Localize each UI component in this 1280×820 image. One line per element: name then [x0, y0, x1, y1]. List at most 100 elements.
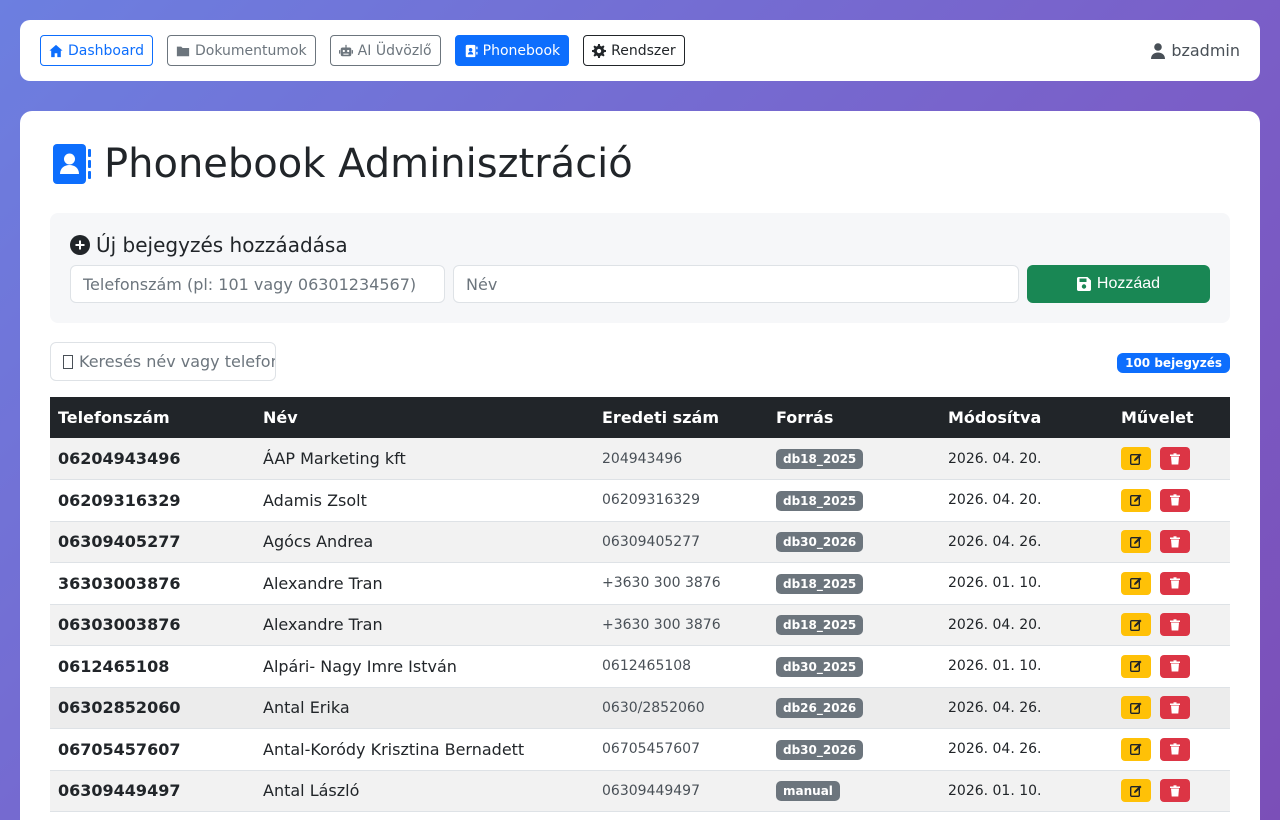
cell-modified: 2026. 04. 20. — [948, 450, 1042, 467]
cell-orig: +3630 300 3876 — [602, 616, 721, 633]
name-input[interactable] — [453, 265, 1019, 303]
add-button-label: Hozzáad — [1096, 275, 1161, 292]
edit-button[interactable] — [1121, 530, 1151, 554]
user-name: bzadmin — [1171, 41, 1240, 60]
delete-button[interactable] — [1160, 447, 1190, 470]
cell-actions — [1113, 604, 1230, 646]
cell-actions — [1113, 480, 1230, 522]
cell-source: db18_2025 — [768, 438, 940, 480]
nav-ai-udvozlo-button[interactable]: AI Üdvözlő — [329, 35, 441, 66]
cell-phone: 06309449497 — [58, 781, 181, 801]
cell-source: manual — [768, 770, 940, 812]
cell-phone: 0612465108 — [58, 656, 170, 676]
delete-button[interactable] — [1160, 613, 1190, 637]
search-input[interactable] — [79, 352, 275, 371]
cell-phone: 06302852060 — [58, 698, 181, 718]
edit-button[interactable] — [1121, 488, 1151, 512]
cell-name: Alpári- Nagy Imre István — [263, 656, 457, 676]
source-badge: db18_2025 — [776, 615, 864, 636]
header-orig[interactable]: Eredeti szám — [594, 397, 768, 438]
phone-input[interactable] — [70, 265, 445, 303]
edit-button[interactable] — [1121, 737, 1151, 761]
trash-icon — [1170, 660, 1180, 672]
cell-modified: 2026. 04. 20. — [948, 616, 1042, 633]
header-phone[interactable]: Telefonszám — [50, 397, 255, 438]
edit-icon — [1130, 577, 1142, 590]
user-menu[interactable]: bzadmin — [1151, 41, 1240, 60]
cell-orig: 06309405277 — [602, 533, 700, 550]
edit-button[interactable] — [1121, 696, 1151, 720]
delete-button[interactable] — [1160, 737, 1190, 761]
table-row: 06204943496 ÁAP Marketing kft 204943496 … — [50, 438, 1230, 480]
cell-orig: 06705457607 — [602, 741, 700, 758]
source-badge: db18_2025 — [776, 449, 864, 469]
nav-dashboard-button[interactable]: Dashboard — [40, 35, 153, 66]
plus-circle-icon — [70, 235, 90, 255]
delete-button[interactable] — [1160, 571, 1190, 595]
edit-icon — [1130, 702, 1142, 714]
edit-button[interactable] — [1121, 447, 1151, 470]
phonebook-table: Telefonszám Név Eredeti szám Forrás Módo… — [50, 397, 1230, 812]
table-row: 06209316329 Adamis Zsolt 06209316329 db1… — [50, 480, 1230, 522]
main-card: Phonebook Adminisztráció Új bejegyzés ho… — [20, 111, 1260, 820]
edit-icon — [1130, 494, 1142, 507]
cell-name: Alexandre Tran — [263, 573, 383, 593]
cell-orig: 204943496 — [602, 450, 683, 467]
edit-icon — [1130, 619, 1142, 631]
header-source[interactable]: Forrás — [768, 397, 940, 438]
cell-orig: 06309449497 — [602, 782, 700, 799]
cell-phone: 06204943496 — [58, 449, 181, 468]
page-title: Phonebook Adminisztráció — [52, 141, 633, 187]
add-entry-heading-text: Új bejegyzés hozzáadása — [96, 233, 348, 257]
table-row: 06303003876 Alexandre Tran +3630 300 387… — [50, 604, 1230, 646]
edit-button[interactable] — [1121, 654, 1151, 678]
cell-name: Antal-Koródy Krisztina Bernadett — [263, 739, 525, 759]
edit-icon — [1130, 660, 1142, 673]
delete-button[interactable] — [1160, 488, 1190, 512]
delete-button[interactable] — [1160, 779, 1190, 803]
search-box[interactable] — [50, 342, 276, 381]
cell-orig: +3630 300 3876 — [602, 575, 721, 592]
header-name[interactable]: Név — [255, 397, 594, 438]
cell-actions — [1113, 729, 1230, 771]
source-badge: db30_2026 — [776, 532, 864, 553]
page-title-text: Phonebook Adminisztráció — [104, 141, 633, 187]
nav-ai-udvozlo-label: AI Üdvözlő — [357, 42, 432, 59]
cell-source: db30_2026 — [768, 729, 940, 771]
entry-count-badge: 100 bejegyzés — [1117, 353, 1230, 373]
source-badge: db18_2025 — [776, 573, 864, 594]
add-button[interactable]: Hozzáad — [1027, 265, 1210, 303]
delete-button[interactable] — [1160, 696, 1190, 720]
nav-phonebook-button[interactable]: Phonebook — [454, 35, 570, 66]
cell-actions — [1113, 646, 1230, 688]
trash-icon — [1170, 494, 1180, 506]
add-entry-panel: Új bejegyzés hozzáadása Hozzáad — [50, 213, 1230, 323]
delete-button[interactable] — [1160, 654, 1190, 678]
header-modified[interactable]: Módosítva — [940, 397, 1113, 438]
source-badge: db30_2025 — [776, 656, 864, 677]
home-icon — [49, 44, 63, 57]
edit-button[interactable] — [1121, 779, 1151, 803]
delete-button[interactable] — [1160, 530, 1190, 554]
edit-icon — [1130, 453, 1142, 465]
cell-actions — [1113, 770, 1230, 812]
nav-rendszer-button[interactable]: Rendszer — [583, 35, 685, 66]
contact-book-icon — [53, 144, 91, 184]
cell-name: Alexandre Tran — [263, 615, 383, 635]
cell-actions — [1113, 563, 1230, 605]
cell-orig: 0630/2852060 — [602, 699, 705, 716]
edit-button[interactable] — [1121, 571, 1151, 595]
table-row: 06302852060 Antal Erika 0630/2852060 db2… — [50, 687, 1230, 729]
cell-phone: 06209316329 — [58, 490, 181, 510]
edit-button[interactable] — [1121, 613, 1151, 637]
cell-phone: 06705457607 — [58, 739, 181, 759]
contact-book-icon — [465, 44, 478, 57]
gear-icon — [592, 43, 607, 58]
trash-icon — [1170, 577, 1180, 589]
cell-name: ÁAP Marketing kft — [263, 449, 406, 468]
cell-source: db30_2025 — [768, 646, 940, 688]
table-row: 36303003876 Alexandre Tran +3630 300 387… — [50, 563, 1230, 605]
cell-name: Agócs Andrea — [263, 532, 374, 552]
nav-dokumentumok-button[interactable]: Dokumentumok — [166, 35, 316, 66]
cell-phone: 06309405277 — [58, 532, 181, 552]
